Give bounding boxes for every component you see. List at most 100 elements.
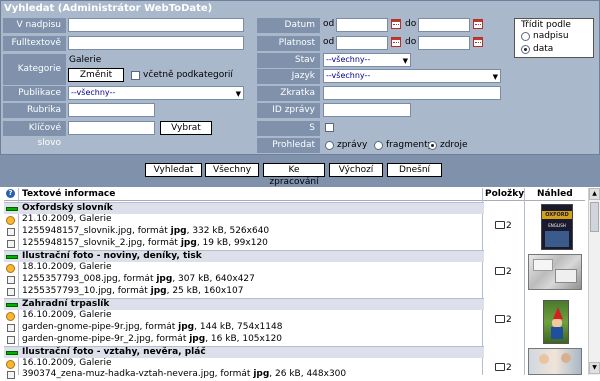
datum-do-label: do — [405, 19, 417, 29]
page-title: Vyhledat (Administrátor WebToDate) — [4, 3, 213, 14]
smiley-icon — [6, 312, 15, 321]
fulltext-input[interactable] — [68, 36, 244, 50]
label-zkratka: Zkratka — [257, 86, 320, 101]
search-panel: Vyhledat (Administrátor WebToDate) V nad… — [0, 0, 600, 155]
scrollbar[interactable]: ▲ ▼ — [588, 188, 600, 375]
label-rubrika: Rubrika — [3, 103, 66, 118]
vcetne-label: včetně podkategorií — [143, 70, 233, 80]
calendar-icon[interactable] — [391, 19, 401, 29]
vychozi-button[interactable]: Výchozí — [329, 163, 383, 177]
record-title[interactable]: Oxfordský slovník — [22, 203, 113, 213]
file-row[interactable]: 1255948157_slovnik_2.jpg, formát jpg, 19… — [4, 238, 484, 250]
status-icon — [6, 303, 18, 307]
items-count[interactable]: 2 — [495, 315, 512, 325]
record-title-row[interactable]: Oxfordský slovník — [4, 202, 484, 214]
thumbnail-noviny[interactable] — [528, 254, 582, 290]
results-table: ? Textové informace Položky Náhled Oxfor… — [4, 188, 585, 379]
col-polozky[interactable]: Položky — [485, 189, 524, 199]
publikace-select[interactable]: --všechny-- ▼ — [68, 86, 244, 100]
label-publikace: Publikace — [3, 86, 66, 101]
radio-zdroje-label: zdroje — [440, 140, 468, 150]
folder-icon — [495, 221, 505, 229]
datum-od-input[interactable] — [336, 18, 388, 32]
status-icon — [6, 255, 18, 259]
col-nahled[interactable]: Náhled — [537, 189, 573, 199]
file-row[interactable]: 1255357793_008.jpg, formát jpg, 307 kB, … — [4, 274, 484, 286]
label-id: ID zprávy — [257, 103, 320, 118]
radio-zpravy[interactable] — [325, 141, 334, 150]
kategorie-value: Galerie — [69, 55, 102, 65]
zmenit-button[interactable]: Změnit — [68, 68, 124, 82]
thumbnail-vztahy[interactable] — [528, 348, 582, 375]
calendar-icon[interactable] — [391, 37, 401, 47]
klicove-input[interactable] — [68, 121, 155, 135]
scroll-down-icon[interactable]: ▼ — [589, 362, 600, 374]
vybrat-button[interactable]: Vybrat — [160, 121, 212, 135]
folder-icon — [495, 363, 505, 371]
sort-title: Třídit podle — [521, 20, 571, 30]
radio-fragmenty[interactable] — [374, 141, 383, 150]
platnost-od-label: od — [323, 37, 335, 47]
smiley-icon — [6, 216, 15, 225]
sort-radio-nadpisu[interactable] — [521, 32, 530, 41]
folder-icon — [495, 315, 505, 323]
sort-nadpisu-label: nadpisu — [533, 31, 569, 41]
datum-do-input[interactable] — [418, 18, 470, 32]
folder-icon — [495, 267, 505, 275]
record-title-row[interactable]: Ilustrační foto - vztahy, nevěra, pláč — [4, 346, 484, 358]
file-row[interactable]: 1255357793_10.jpg, formát jpg, 25 kB, 16… — [4, 286, 484, 298]
vcetne-checkbox[interactable] — [131, 71, 140, 80]
vyhledat-button[interactable]: Vyhledat — [145, 163, 202, 177]
col-info[interactable]: Textové informace — [22, 189, 115, 199]
label-datum: Datum — [257, 18, 320, 33]
help-icon[interactable]: ? — [6, 189, 15, 198]
items-count[interactable]: 2 — [495, 363, 512, 373]
record-title-row[interactable]: Zahradní trpaslík — [4, 298, 484, 310]
file-row[interactable]: garden-gnome-pipe-9r.jpg, formát jpg, 14… — [4, 322, 484, 334]
calendar-icon[interactable] — [473, 19, 483, 29]
zkratka-input[interactable] — [323, 86, 501, 100]
radio-fragmenty-label: fragmenty — [386, 140, 433, 150]
platnost-do-label: do — [405, 37, 417, 47]
status-icon — [6, 351, 18, 355]
label-nadpis: V nadpisu — [3, 18, 66, 33]
label-klicove: Klíčové slovo — [3, 121, 66, 148]
record-title[interactable]: Ilustrační foto - vztahy, nevěra, pláč — [22, 347, 206, 357]
file-icon — [7, 240, 15, 248]
thumbnail-gnome[interactable] — [543, 300, 569, 344]
sort-radio-data[interactable] — [521, 45, 530, 54]
label-poznamka: S poznámkou — [257, 121, 320, 148]
platnost-od-input[interactable] — [336, 36, 388, 50]
jazyk-select[interactable]: --všechny-- ▼ — [323, 69, 501, 83]
datum-od-label: od — [323, 19, 335, 29]
sort-data-label: data — [533, 44, 554, 54]
stav-select[interactable]: --všechny-- ▼ — [323, 53, 411, 67]
label-stav: Stav — [257, 53, 320, 68]
dnesni-button[interactable]: Dnešní — [387, 163, 442, 177]
vsechny-button[interactable]: Všechny — [205, 163, 259, 177]
status-icon — [6, 207, 18, 211]
record-meta-row: 21.10.2009, Galerie — [4, 214, 484, 226]
scroll-up-icon[interactable]: ▲ — [589, 188, 600, 200]
items-count[interactable]: 2 — [495, 221, 512, 231]
platnost-do-input[interactable] — [418, 36, 470, 50]
id-input[interactable] — [323, 103, 411, 117]
scroll-thumb[interactable] — [590, 202, 599, 232]
items-count[interactable]: 2 — [495, 267, 512, 277]
file-row[interactable]: garden-gnome-pipe-9r_2.jpg, formát jpg, … — [4, 334, 484, 346]
radio-zdroje[interactable] — [428, 141, 437, 150]
record-title[interactable]: Ilustrační foto - noviny, deníky, tisk — [22, 251, 202, 261]
thumbnail-oxford[interactable]: OXFORD ENGLISH — [541, 204, 573, 250]
calendar-icon[interactable] — [473, 37, 483, 47]
nadpis-input[interactable] — [68, 18, 244, 32]
file-icon — [7, 371, 15, 379]
rubrika-input[interactable] — [68, 103, 155, 117]
file-row[interactable]: 390374_zena-muz-hadka-vztah-nevera.jpg, … — [4, 369, 484, 381]
record-title[interactable]: Zahradní trpaslík — [22, 299, 109, 309]
divider — [524, 188, 525, 375]
record-title-row[interactable]: Ilustrační foto - noviny, deníky, tisk — [4, 250, 484, 262]
ke-zpracovani-button[interactable]: Ke zpracování — [263, 163, 325, 187]
poznamka-checkbox[interactable] — [325, 123, 334, 132]
file-row[interactable]: 1255948157_slovnik.jpg, formát jpg, 332 … — [4, 226, 484, 238]
record-meta-row: 16.10.2009, Galerie — [4, 310, 484, 322]
